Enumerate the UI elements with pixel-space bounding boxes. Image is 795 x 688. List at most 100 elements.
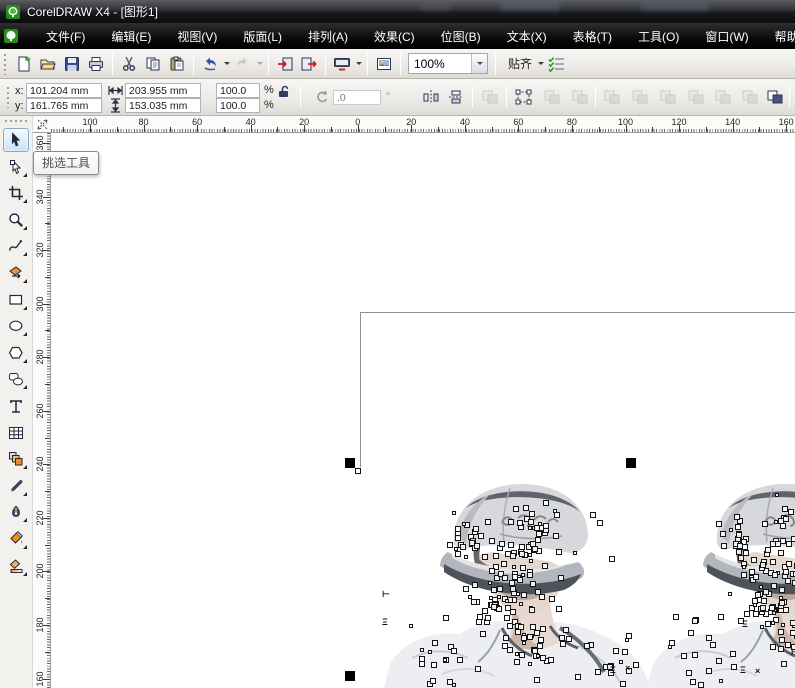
curve-node-marker[interactable] — [455, 551, 461, 557]
curve-node-marker[interactable] — [510, 586, 516, 592]
curve-node-marker[interactable] — [778, 646, 784, 652]
curve-node-marker[interactable] — [409, 624, 413, 628]
curve-node-marker[interactable] — [736, 532, 742, 538]
curve-node-marker[interactable] — [566, 636, 572, 642]
curve-node-marker[interactable] — [512, 565, 516, 569]
menu-item-11[interactable]: 窗口(W) — [692, 24, 761, 49]
curve-node-marker[interactable] — [622, 649, 628, 655]
curve-node-marker[interactable] — [538, 637, 544, 643]
snap-to-dropdown-icon[interactable] — [536, 52, 545, 76]
mirror-horizontal-button[interactable] — [420, 86, 442, 108]
toolbar-grip[interactable] — [3, 53, 8, 75]
curve-node-marker[interactable] — [548, 657, 554, 663]
curve-node-marker[interactable] — [765, 621, 771, 627]
curve-node-marker[interactable] — [731, 664, 737, 670]
curve-node-marker[interactable] — [530, 624, 536, 630]
scale-vertical-field[interactable] — [216, 98, 260, 113]
curve-node-marker[interactable] — [518, 624, 524, 630]
curve-node-marker[interactable] — [785, 578, 791, 584]
curve-node-marker[interactable] — [534, 677, 540, 683]
application-launcher-button[interactable] — [330, 52, 354, 76]
curve-node-marker[interactable] — [529, 607, 535, 613]
curve-node-marker[interactable] — [786, 561, 792, 567]
first-curve-node[interactable] — [355, 468, 361, 474]
menu-item-4[interactable]: 版面(L) — [230, 24, 295, 49]
curve-node-marker[interactable] — [575, 674, 581, 680]
curve-node-marker[interactable] — [452, 511, 456, 515]
curve-node-marker[interactable] — [774, 520, 778, 524]
application-launcher-dropdown-icon[interactable] — [354, 52, 363, 76]
eyedropper-tool[interactable] — [3, 474, 29, 498]
curve-node-marker[interactable] — [760, 562, 766, 568]
curve-node-marker[interactable] — [451, 648, 457, 654]
curve-node-marker[interactable] — [762, 521, 768, 527]
curve-node-marker[interactable] — [519, 551, 525, 557]
curve-node-marker[interactable] — [716, 658, 722, 664]
curve-node-marker[interactable] — [690, 679, 696, 685]
traced-figure[interactable]: ΞΞ×⊢ — [645, 478, 795, 688]
new-document-button[interactable] — [12, 52, 36, 76]
curve-node-marker[interactable] — [488, 581, 492, 585]
curve-node-marker[interactable] — [478, 533, 484, 539]
curve-node-marker[interactable] — [775, 541, 781, 547]
curve-node-marker[interactable] — [633, 662, 639, 668]
curve-node-marker[interactable] — [508, 519, 514, 525]
curve-node-marker[interactable] — [779, 637, 785, 643]
curve-node-marker[interactable] — [688, 630, 694, 636]
curve-node-marker[interactable] — [737, 543, 743, 549]
curve-node-marker[interactable] — [532, 546, 538, 552]
curve-node-marker[interactable] — [430, 678, 436, 684]
curve-node-marker[interactable] — [543, 500, 549, 506]
curve-node-marker[interactable] — [549, 596, 555, 602]
curve-node-marker[interactable] — [508, 542, 514, 548]
zoom-level-dropdown-icon[interactable] — [471, 54, 487, 73]
menu-item-1[interactable]: 文件(F) — [33, 24, 98, 49]
curve-node-marker[interactable] — [772, 572, 778, 578]
menu-item-3[interactable]: 视图(V) — [164, 24, 230, 49]
curve-node-marker[interactable] — [590, 512, 596, 518]
document-menu-icon[interactable] — [3, 28, 19, 44]
curve-node-marker[interactable] — [514, 659, 520, 665]
snap-to-button[interactable]: 贴齐 — [500, 52, 536, 75]
curve-node-marker[interactable] — [770, 644, 776, 650]
curve-node-marker[interactable] — [763, 589, 769, 595]
curve-node-marker[interactable] — [563, 627, 569, 633]
curve-node-marker[interactable] — [778, 629, 784, 635]
curve-node-marker[interactable] — [783, 569, 789, 575]
curve-node-marker[interactable] — [462, 522, 466, 526]
curve-node-marker[interactable] — [491, 587, 497, 593]
curve-node-marker[interactable] — [499, 541, 505, 547]
curve-node-marker[interactable] — [454, 547, 458, 551]
save-button[interactable] — [60, 52, 84, 76]
toolbox-grip[interactable] — [4, 119, 28, 124]
curve-node-marker[interactable] — [573, 551, 577, 555]
curve-node-marker[interactable] — [457, 657, 463, 663]
curve-node-marker[interactable] — [485, 615, 491, 621]
curve-node-marker[interactable] — [539, 594, 545, 600]
curve-node-marker[interactable] — [504, 615, 510, 621]
curve-node-marker[interactable] — [455, 535, 461, 541]
curve-node-marker[interactable] — [730, 651, 736, 657]
curve-node-marker[interactable] — [485, 519, 491, 525]
zoom-tool[interactable] — [3, 208, 29, 232]
curve-node-marker[interactable] — [779, 587, 785, 593]
curve-node-marker[interactable] — [584, 643, 590, 649]
curve-node-marker[interactable] — [668, 645, 672, 649]
curve-node-marker[interactable] — [519, 652, 525, 658]
curve-node-marker[interactable] — [673, 614, 679, 620]
curve-node-marker[interactable] — [749, 569, 755, 575]
shape-tool[interactable] — [3, 155, 29, 179]
curve-node-marker[interactable] — [753, 611, 759, 617]
fill-tool[interactable] — [3, 527, 29, 551]
curve-node-marker[interactable] — [489, 538, 495, 544]
curve-node-marker[interactable] — [509, 580, 515, 586]
curve-node-marker[interactable] — [460, 544, 466, 550]
curve-node-marker[interactable] — [480, 631, 486, 637]
curve-node-marker[interactable] — [432, 640, 438, 646]
curve-node-marker[interactable] — [503, 635, 509, 641]
curve-node-marker[interactable] — [706, 635, 712, 641]
selection-handle[interactable] — [626, 458, 636, 468]
curve-node-marker[interactable] — [783, 516, 789, 522]
curve-node-marker[interactable] — [521, 635, 527, 641]
curve-node-marker[interactable] — [744, 611, 750, 617]
